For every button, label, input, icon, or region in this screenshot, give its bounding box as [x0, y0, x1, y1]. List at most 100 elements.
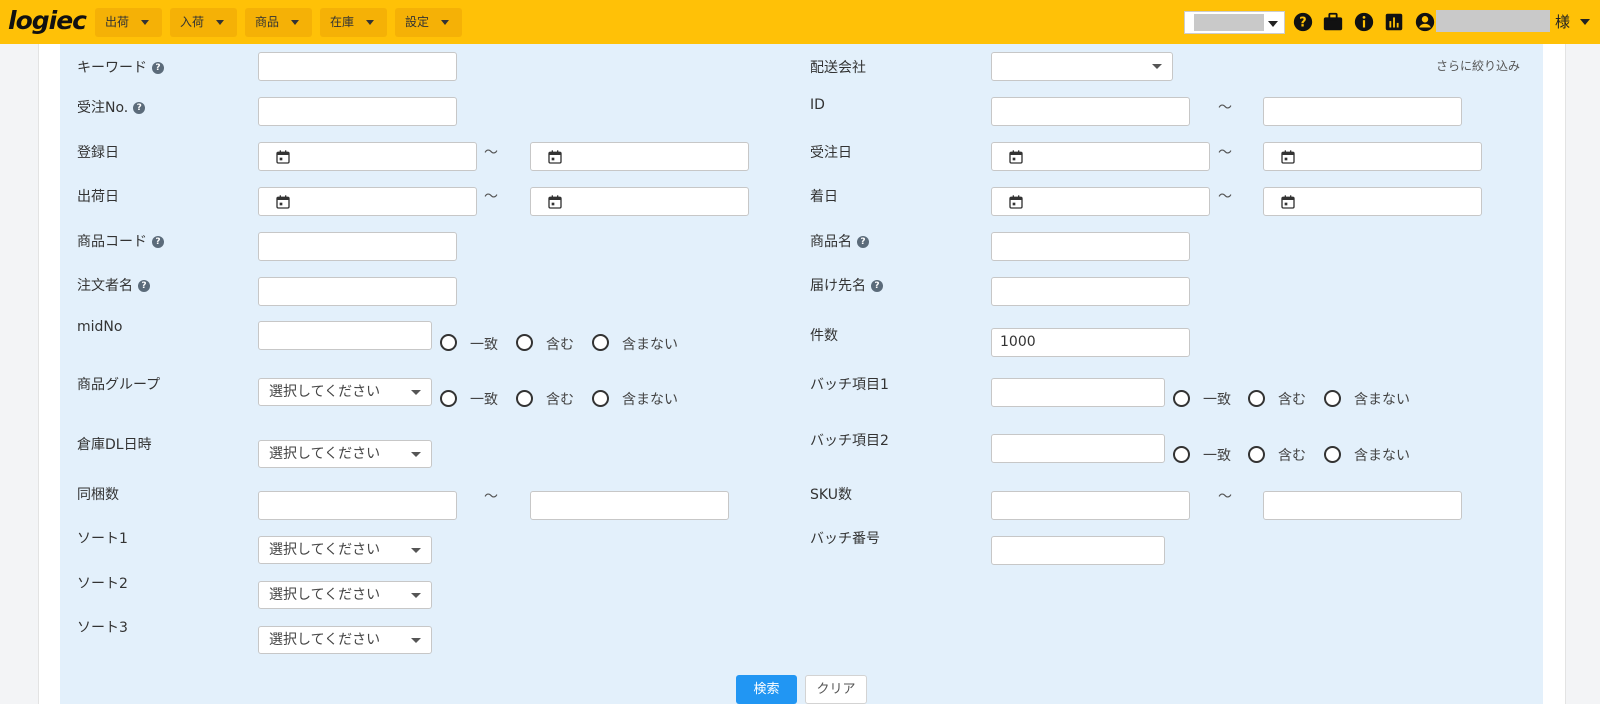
registered-date-from[interactable] [258, 142, 477, 171]
batch-no-input[interactable] [991, 536, 1165, 565]
calendar-icon [1281, 195, 1295, 209]
bundle-count-to[interactable] [530, 491, 729, 520]
count-label: 件数 [810, 328, 838, 344]
batch2-excludes-radio[interactable] [1324, 446, 1341, 463]
chevron-down-icon[interactable] [1580, 19, 1590, 25]
chevron-down-icon [141, 20, 150, 25]
id-to[interactable] [1263, 97, 1462, 126]
chart-icon[interactable] [1383, 11, 1405, 33]
ship-date-from[interactable] [258, 187, 477, 216]
product-code-input[interactable] [258, 232, 457, 261]
sort1-select[interactable]: 選択してください [258, 536, 432, 564]
logo[interactable]: logiec [8, 6, 87, 36]
product-code-label: 商品コード? [77, 231, 164, 251]
radio-label: 一致 [470, 392, 498, 408]
registered-date-to[interactable] [530, 142, 749, 171]
batch1-contains-radio[interactable] [1248, 390, 1265, 407]
briefcase-icon[interactable] [1322, 11, 1344, 33]
radio-label: 含む [1278, 392, 1306, 408]
menu-label: 商品 [255, 15, 280, 29]
mid-no-excludes-radio[interactable] [592, 334, 609, 351]
product-group-select[interactable]: 選択してください [258, 378, 432, 406]
menu-settings[interactable]: 設定 [395, 8, 462, 37]
chevron-down-icon [441, 20, 450, 25]
label-text: 商品コード [77, 234, 147, 250]
sort3-select[interactable]: 選択してください [258, 626, 432, 654]
keyword-input[interactable] [258, 52, 457, 81]
warehouse-dl-select[interactable]: 選択してください [258, 440, 432, 468]
radio-label: 含む [546, 337, 574, 353]
ship-date-to[interactable] [530, 187, 749, 216]
select-value: 選択してください [269, 632, 381, 648]
redacted-shop-name [1194, 14, 1264, 31]
sku-count-label: SKU数 [810, 487, 852, 503]
chevron-down-icon [216, 20, 225, 25]
info-icon[interactable] [1353, 11, 1375, 33]
help-icon[interactable]: ? [871, 280, 883, 292]
batch1-input[interactable] [991, 378, 1165, 407]
batch1-exact-radio[interactable] [1173, 390, 1190, 407]
range-separator: 〜 [484, 145, 498, 161]
bundle-count-from[interactable] [258, 491, 457, 520]
shop-select[interactable] [1184, 11, 1285, 34]
sort2-select[interactable]: 選択してください [258, 581, 432, 609]
batch2-exact-radio[interactable] [1173, 446, 1190, 463]
help-icon[interactable]: ? [1292, 11, 1314, 33]
calendar-icon [1009, 150, 1023, 164]
mid-no-label: midNo [77, 319, 123, 335]
menu-products[interactable]: 商品 [245, 8, 312, 37]
clear-button[interactable]: クリア [805, 675, 867, 704]
account-icon[interactable] [1414, 11, 1436, 33]
order-date-to[interactable] [1263, 142, 1482, 171]
radio-label: 含まない [622, 392, 678, 408]
order-no-input[interactable] [258, 97, 457, 126]
sku-count-to[interactable] [1263, 491, 1462, 520]
radio-label: 含まない [1354, 392, 1410, 408]
help-icon[interactable]: ? [152, 62, 164, 74]
keyword-label: キーワード? [77, 57, 164, 77]
recipient-name-input[interactable] [991, 277, 1190, 306]
batch2-input[interactable] [991, 434, 1165, 463]
search-button[interactable]: 検索 [736, 675, 797, 704]
calendar-icon [548, 150, 562, 164]
carrier-select[interactable] [991, 52, 1173, 81]
menu-inventory[interactable]: 在庫 [320, 8, 387, 37]
orderer-name-input[interactable] [258, 277, 457, 306]
range-separator: 〜 [1218, 489, 1232, 505]
menu-shipping[interactable]: 出荷 [95, 8, 162, 37]
mid-no-input[interactable] [258, 321, 432, 350]
mid-no-contains-radio[interactable] [516, 334, 533, 351]
help-icon[interactable]: ? [133, 102, 146, 114]
product-group-contains-radio[interactable] [516, 390, 533, 407]
product-name-input[interactable] [991, 232, 1190, 261]
help-icon[interactable]: ? [152, 236, 164, 248]
chevron-down-icon [411, 548, 421, 553]
product-group-excludes-radio[interactable] [592, 390, 609, 407]
menu-receiving[interactable]: 入荷 [170, 8, 237, 37]
svg-text:?: ? [1299, 16, 1306, 31]
refine-search-link[interactable]: さらに絞り込み [1436, 57, 1520, 74]
range-separator: 〜 [484, 489, 498, 505]
arrival-date-to[interactable] [1263, 187, 1482, 216]
product-group-exact-radio[interactable] [440, 390, 457, 407]
id-from[interactable] [991, 97, 1190, 126]
mid-no-exact-radio[interactable] [440, 334, 457, 351]
batch2-contains-radio[interactable] [1248, 446, 1265, 463]
orderer-name-label: 注文者名? [77, 275, 150, 295]
order-date-from[interactable] [991, 142, 1210, 171]
arrival-date-from[interactable] [991, 187, 1210, 216]
menu-label: 在庫 [330, 15, 355, 29]
help-icon[interactable]: ? [138, 280, 150, 292]
help-icon[interactable]: ? [857, 236, 869, 248]
recipient-name-label: 届け先名? [810, 275, 883, 295]
sku-count-from[interactable] [991, 491, 1190, 520]
range-separator: 〜 [484, 189, 498, 205]
sort1-label: ソート1 [77, 531, 128, 547]
radio-label: 含む [1278, 448, 1306, 464]
radio-label: 一致 [1203, 392, 1231, 408]
calendar-icon [1009, 195, 1023, 209]
registered-date-label: 登録日 [77, 145, 119, 161]
batch1-excludes-radio[interactable] [1324, 390, 1341, 407]
count-input[interactable]: 1000 [991, 328, 1190, 357]
chevron-down-icon [411, 593, 421, 598]
